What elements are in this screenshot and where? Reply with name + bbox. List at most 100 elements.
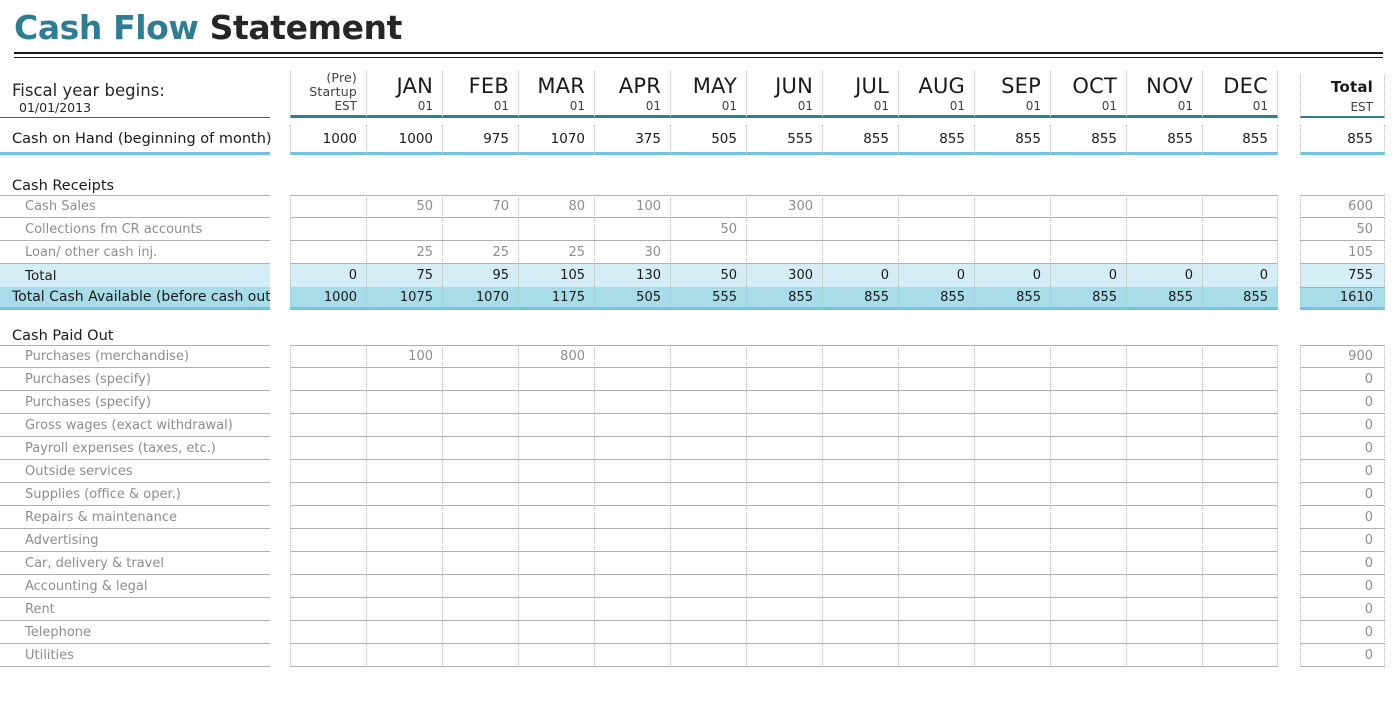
- data-cell[interactable]: [746, 506, 822, 529]
- data-cell[interactable]: [1202, 195, 1278, 218]
- data-cell[interactable]: [1126, 218, 1202, 241]
- data-cell[interactable]: [670, 241, 746, 264]
- data-cell[interactable]: [746, 644, 822, 667]
- data-cell[interactable]: [518, 598, 594, 621]
- cash-on-hand-cell[interactable]: 1000: [290, 125, 366, 155]
- receipts-subtotal-cell[interactable]: 75: [366, 264, 442, 287]
- row-total[interactable]: 0: [1300, 644, 1385, 667]
- data-cell[interactable]: [822, 391, 898, 414]
- row-total[interactable]: 0: [1300, 621, 1385, 644]
- data-cell[interactable]: [974, 345, 1050, 368]
- row-total[interactable]: 0: [1300, 575, 1385, 598]
- data-cell[interactable]: [822, 506, 898, 529]
- data-cell[interactable]: [518, 575, 594, 598]
- data-cell[interactable]: [822, 218, 898, 241]
- data-cell[interactable]: [822, 414, 898, 437]
- data-cell[interactable]: [594, 218, 670, 241]
- cash-on-hand-cell[interactable]: 975: [442, 125, 518, 155]
- data-cell[interactable]: [974, 241, 1050, 264]
- receipts-subtotal-cell[interactable]: 105: [518, 264, 594, 287]
- total-cash-available-cell[interactable]: 855: [898, 287, 974, 310]
- data-cell[interactable]: [746, 598, 822, 621]
- data-cell[interactable]: [290, 598, 366, 621]
- row-total[interactable]: 0: [1300, 460, 1385, 483]
- data-cell[interactable]: [1126, 621, 1202, 644]
- data-cell[interactable]: [518, 552, 594, 575]
- data-cell[interactable]: [898, 391, 974, 414]
- data-cell[interactable]: [898, 575, 974, 598]
- data-cell[interactable]: [898, 218, 974, 241]
- data-cell[interactable]: [898, 598, 974, 621]
- data-cell[interactable]: [746, 552, 822, 575]
- data-cell[interactable]: [670, 621, 746, 644]
- data-cell[interactable]: [594, 460, 670, 483]
- data-cell[interactable]: [594, 414, 670, 437]
- data-cell[interactable]: [442, 621, 518, 644]
- data-cell[interactable]: [442, 644, 518, 667]
- row-total[interactable]: 600: [1300, 195, 1385, 218]
- data-cell[interactable]: [290, 644, 366, 667]
- data-cell[interactable]: [290, 195, 366, 218]
- data-cell[interactable]: [442, 598, 518, 621]
- data-cell[interactable]: [290, 414, 366, 437]
- total-cash-available-cell[interactable]: 855: [1050, 287, 1126, 310]
- cash-on-hand-cell[interactable]: 855: [898, 125, 974, 155]
- data-cell[interactable]: [290, 529, 366, 552]
- data-cell[interactable]: [518, 414, 594, 437]
- data-cell[interactable]: [366, 621, 442, 644]
- data-cell[interactable]: [442, 529, 518, 552]
- data-cell[interactable]: [1126, 241, 1202, 264]
- receipts-subtotal-cell[interactable]: 0: [898, 264, 974, 287]
- data-cell[interactable]: [898, 644, 974, 667]
- data-cell[interactable]: [746, 529, 822, 552]
- data-cell[interactable]: 50: [366, 195, 442, 218]
- data-cell[interactable]: [822, 460, 898, 483]
- data-cell[interactable]: [290, 506, 366, 529]
- data-cell[interactable]: [290, 391, 366, 414]
- receipts-subtotal-cell[interactable]: 0: [290, 264, 366, 287]
- data-cell[interactable]: [1202, 345, 1278, 368]
- data-cell[interactable]: [442, 460, 518, 483]
- cash-on-hand-cell[interactable]: 855: [974, 125, 1050, 155]
- receipts-subtotal-cell[interactable]: 130: [594, 264, 670, 287]
- data-cell[interactable]: [670, 391, 746, 414]
- data-cell[interactable]: [366, 506, 442, 529]
- data-cell[interactable]: [1126, 506, 1202, 529]
- data-cell[interactable]: [670, 437, 746, 460]
- data-cell[interactable]: [594, 483, 670, 506]
- data-cell[interactable]: [1050, 529, 1126, 552]
- data-cell[interactable]: [746, 437, 822, 460]
- data-cell[interactable]: [1202, 437, 1278, 460]
- data-cell[interactable]: [746, 391, 822, 414]
- data-cell[interactable]: [442, 552, 518, 575]
- receipts-subtotal-cell[interactable]: 50: [670, 264, 746, 287]
- data-cell[interactable]: 100: [366, 345, 442, 368]
- data-cell[interactable]: [366, 575, 442, 598]
- data-cell[interactable]: [366, 529, 442, 552]
- total-cash-available-cell[interactable]: 855: [822, 287, 898, 310]
- data-cell[interactable]: [594, 575, 670, 598]
- data-cell[interactable]: [898, 552, 974, 575]
- data-cell[interactable]: [670, 552, 746, 575]
- data-cell[interactable]: [1050, 241, 1126, 264]
- data-cell[interactable]: [974, 218, 1050, 241]
- data-cell[interactable]: [1126, 345, 1202, 368]
- row-total[interactable]: 0: [1300, 437, 1385, 460]
- data-cell[interactable]: [1202, 644, 1278, 667]
- data-cell[interactable]: [1202, 391, 1278, 414]
- cash-on-hand-cell[interactable]: 855: [1050, 125, 1126, 155]
- data-cell[interactable]: [366, 598, 442, 621]
- data-cell[interactable]: [974, 621, 1050, 644]
- data-cell[interactable]: [442, 437, 518, 460]
- data-cell[interactable]: [594, 437, 670, 460]
- cash-on-hand-cell[interactable]: 375: [594, 125, 670, 155]
- total-cash-available-total[interactable]: 1610: [1300, 287, 1385, 310]
- data-cell[interactable]: [442, 414, 518, 437]
- receipts-subtotal-cell[interactable]: 0: [1050, 264, 1126, 287]
- data-cell[interactable]: [1126, 460, 1202, 483]
- cash-on-hand-cell[interactable]: 1070: [518, 125, 594, 155]
- data-cell[interactable]: 25: [442, 241, 518, 264]
- data-cell[interactable]: [442, 506, 518, 529]
- data-cell[interactable]: [518, 483, 594, 506]
- data-cell[interactable]: [974, 483, 1050, 506]
